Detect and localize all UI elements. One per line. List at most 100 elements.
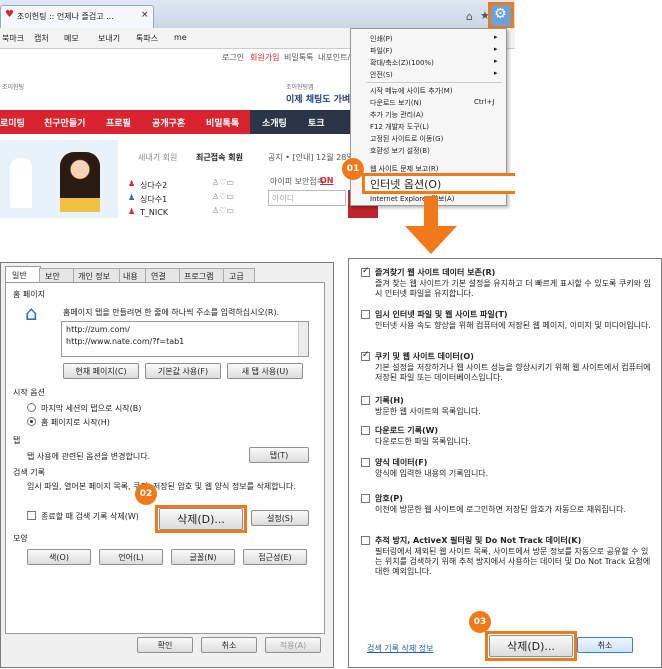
history-item-checkbox[interactable] bbox=[361, 310, 370, 319]
browser-tab[interactable]: ♥ 조이헌팅 :: 언제나 즐겁고 ... × bbox=[0, 5, 154, 28]
use-default-button[interactable]: 기본값 사용(F) bbox=[145, 363, 221, 379]
history-item-title[interactable]: 기록(H) bbox=[375, 395, 404, 406]
fav-bookmark[interactable]: 북마크 bbox=[2, 33, 24, 44]
history-item-checkbox[interactable] bbox=[361, 536, 370, 545]
history-item-title[interactable]: 추적 방지, ActiveX 필터링 및 Do Not Track 데이터(K) bbox=[375, 535, 581, 546]
menu-addons[interactable]: 추가 기능 관리(A) bbox=[370, 110, 423, 120]
history-item-title[interactable]: 암호(P) bbox=[375, 493, 403, 504]
history-item-title[interactable]: 임시 인터넷 파일 및 웹 사이트 파일(T) bbox=[375, 309, 508, 320]
member-actions-icon[interactable]: ♙♡▭ bbox=[212, 178, 234, 187]
internet-options-dialog: 일반 보안 개인 정보 내용 연결 프로그램 고급 홈 페이지 ⌂ 홈페이지 탭… bbox=[0, 262, 334, 668]
textarea-scrollbar[interactable] bbox=[298, 322, 308, 356]
member-actions-icon-2[interactable]: ♙♡▭ bbox=[212, 192, 234, 201]
colors-button[interactable]: 색(O) bbox=[27, 549, 91, 565]
site-logo-text: 조이헌팅 bbox=[2, 84, 25, 91]
close-tab-icon[interactable]: × bbox=[141, 10, 149, 20]
apply-button[interactable]: 적용(A) bbox=[265, 637, 321, 653]
browser-screenshot: ♥ 조이헌팅 :: 언제나 즐겁고 ... × ⌂ ★ ⚙ 북마크 캡처 메모 … bbox=[0, 0, 515, 218]
nav-friends[interactable]: 친구만들기 bbox=[44, 116, 85, 129]
menu-file[interactable]: 파일(F) bbox=[370, 46, 392, 56]
accessibility-button[interactable]: 접근성(E) bbox=[243, 549, 307, 565]
menu-safety[interactable]: 안전(S) bbox=[370, 70, 393, 80]
tab-connections[interactable]: 연결 bbox=[145, 268, 181, 283]
menu-pinned[interactable]: 고정된 사이트로 이동(G) bbox=[370, 134, 443, 144]
cancel-button[interactable]: 취소 bbox=[201, 637, 257, 653]
history-item-checkbox[interactable] bbox=[361, 426, 370, 435]
delete-on-exit-checkbox[interactable] bbox=[27, 511, 36, 520]
history-item-desc: 필터링에서 제외된 웹 사이트 목록, 사이트에서 방문 정보를 자동으로 공유… bbox=[375, 547, 651, 576]
history-item-title[interactable]: 다운로드 기록(W) bbox=[375, 425, 438, 436]
history-item-desc: 기본 설정을 저장하거나 웹 사이트 성능을 향상시키기 위해 웹 사이트에서 … bbox=[375, 363, 651, 382]
menu-compat[interactable]: 호환성 보기 설정(B) bbox=[370, 146, 430, 156]
tab-security[interactable]: 보안 bbox=[39, 268, 75, 283]
tab-general[interactable]: 일반 bbox=[5, 266, 41, 283]
tab-privacy[interactable]: 개인 정보 bbox=[73, 268, 121, 283]
history-item-desc: 양식에 입력한 내용의 기록입니다. bbox=[375, 469, 489, 478]
history-item-checkbox[interactable] bbox=[361, 350, 370, 361]
fav-talkpass[interactable]: 톡파스 bbox=[136, 33, 158, 44]
menu-devtools[interactable]: F12 개발자 도구(L) bbox=[370, 122, 429, 132]
history-item-title[interactable]: 즐겨찾기 웹 사이트 데이터 보존(R) bbox=[375, 267, 495, 278]
delete-on-exit-label[interactable]: 종료할 때 검색 기록 삭제(W) bbox=[41, 511, 139, 522]
history-item-title[interactable]: 쿠키 및 웹 사이트 데이터(O) bbox=[375, 351, 474, 362]
startup-last-label[interactable]: 마지막 세션의 탭으로 시작(B) bbox=[41, 403, 141, 414]
member-name-1[interactable]: 싱다수2 bbox=[140, 180, 167, 191]
menu-zoom[interactable]: 확대/축소(Z)(100%) bbox=[370, 58, 434, 68]
banner-small: 조이헌팅앱 bbox=[286, 84, 314, 91]
homepage-url-2: http://www.nate.com/?f=tab1 bbox=[66, 337, 185, 346]
ip-secure-on[interactable]: ON bbox=[320, 176, 334, 185]
submenu-arrow-icon: ▸ bbox=[494, 33, 498, 41]
nav-profile[interactable]: 프로필 bbox=[106, 116, 131, 129]
nav-secret-talk[interactable]: 비밀톡톡 bbox=[206, 116, 239, 129]
history-item-checkbox[interactable] bbox=[361, 458, 370, 467]
menu-add-start[interactable]: 시작 메뉴에 사이트 추가(M) bbox=[370, 86, 453, 96]
nav-blind-date[interactable]: 소개팅 bbox=[262, 116, 287, 129]
fonts-button[interactable]: 글꼴(N) bbox=[171, 549, 235, 565]
home-icon[interactable]: ⌂ bbox=[466, 10, 473, 23]
current-page-button[interactable]: 현재 페이지(C) bbox=[63, 363, 139, 379]
startup-last-radio[interactable] bbox=[27, 403, 36, 412]
homepage-textarea[interactable]: http://zum.com/ http://www.nate.com/?f=t… bbox=[61, 321, 309, 357]
tabs-desc: 탭 사용에 관련된 옵션을 변경합니다. bbox=[27, 452, 151, 461]
about-delete-history-link[interactable]: 검색 기록 삭제 정보 bbox=[367, 643, 434, 654]
tab-content[interactable]: 내용 bbox=[119, 268, 147, 283]
member-name-3[interactable]: T_NICK bbox=[140, 208, 168, 217]
link-secret[interactable]: 비밀톡톡 bbox=[284, 52, 313, 63]
member-actions-icon-3[interactable]: ♙♡▭ bbox=[212, 206, 234, 215]
history-desc: 임시 파일, 열어본 페이지 목록, 쿠키, 저장된 암호 및 웹 양식 정보를… bbox=[27, 482, 296, 491]
startup-home-radio[interactable] bbox=[27, 417, 36, 426]
menu-print[interactable]: 인쇄(P) bbox=[370, 34, 393, 44]
nav-proposal[interactable]: 공개구혼 bbox=[152, 116, 185, 129]
nav-meeting[interactable]: 로미팅 bbox=[0, 116, 25, 129]
history-item-checkbox[interactable] bbox=[361, 396, 370, 405]
menu-downloads[interactable]: 다운로드 보기(N) bbox=[370, 98, 422, 108]
id-input[interactable]: 아이디 bbox=[268, 190, 346, 206]
tab-advanced[interactable]: 고급 bbox=[223, 268, 255, 283]
fav-me[interactable]: me bbox=[174, 33, 187, 42]
fav-capture[interactable]: 캡처 bbox=[34, 33, 49, 44]
banner-text[interactable]: 이제 채팅도 가벼 bbox=[286, 92, 350, 105]
link-join[interactable]: 회원가입 bbox=[250, 52, 279, 63]
member-name-2[interactable]: 싱다수1 bbox=[140, 194, 167, 205]
languages-button[interactable]: 언어(L) bbox=[99, 549, 163, 565]
history-title: 검색 기록 bbox=[13, 468, 45, 477]
link-login[interactable]: 로그인 bbox=[222, 52, 244, 63]
tab-new-members[interactable]: 새내기 회원 bbox=[138, 152, 177, 163]
history-item-checkbox[interactable] bbox=[361, 266, 370, 277]
tab-programs[interactable]: 프로그램 bbox=[179, 268, 225, 283]
tab-recent-members[interactable]: 최근접속 회원 bbox=[196, 152, 243, 163]
fav-memo[interactable]: 메모 bbox=[64, 33, 79, 44]
history-item-title[interactable]: 양식 데이터(F) bbox=[375, 457, 427, 468]
use-new-tab-button[interactable]: 새 탭 사용(U) bbox=[227, 363, 303, 379]
menu-about-ie[interactable]: Internet Explorer 정보(A) bbox=[370, 194, 455, 204]
history-settings-button[interactable]: 설정(S) bbox=[251, 510, 309, 526]
history-item-checkbox[interactable] bbox=[361, 494, 370, 503]
tabs-button[interactable]: 탭(T) bbox=[249, 447, 309, 463]
startup-home-label[interactable]: 홈 페이지로 시작(H) bbox=[41, 417, 110, 428]
ok-button[interactable]: 확인 bbox=[137, 637, 193, 653]
dh-cancel-button[interactable]: 취소 bbox=[577, 637, 633, 653]
menu-downloads-shortcut: Ctrl+J bbox=[474, 98, 495, 106]
nav-talk[interactable]: 토크 bbox=[308, 116, 325, 129]
fav-send[interactable]: 보내기 bbox=[98, 33, 120, 44]
tabs-title: 탭 bbox=[13, 436, 21, 445]
